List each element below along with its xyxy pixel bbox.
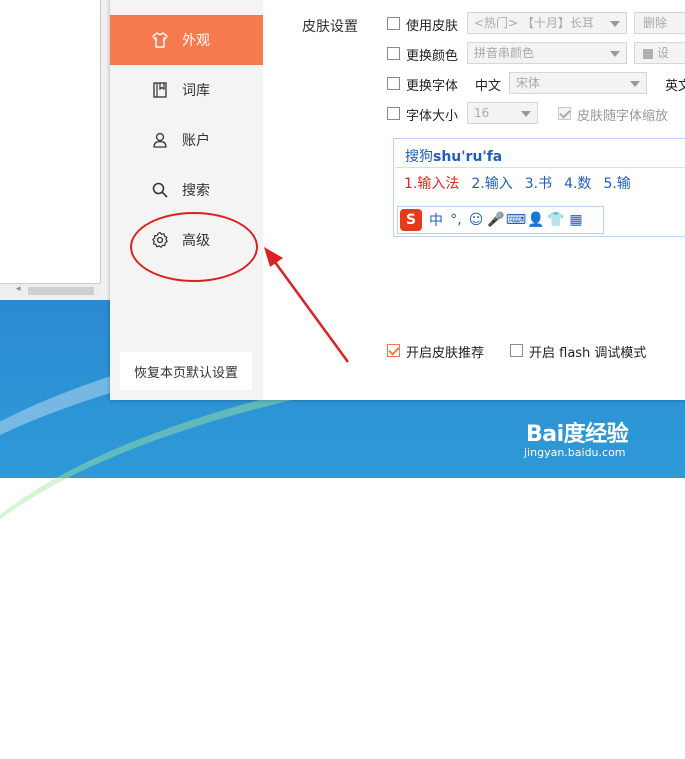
emoji-icon: ☺ [468,212,484,228]
watermark-logo: Bai度经验 [526,422,629,447]
search-icon [151,181,169,199]
sidebar-item-dictionary[interactable]: 词库 [110,65,263,115]
flash-debug-label: 开启 flash 调试模式 [529,346,647,361]
sidebar-item-label: 账户 [182,133,210,149]
chevron-down-icon [521,111,531,117]
color-swatch-label: 设 [657,46,670,60]
scale-with-skin-checkbox[interactable] [558,107,571,120]
color-select-value: 拼音串颜色 [474,46,535,60]
chinese-font-label: 中文 [475,79,502,94]
sidebar-item-account[interactable]: 账户 [110,115,263,165]
chinese-font-value: 宋体 [516,76,541,90]
keyboard-icon: ⌨ [505,212,527,228]
restore-defaults-button[interactable]: 恢复本页默认设置 [120,352,252,390]
chinese-font-select[interactable]: 宋体 [509,72,647,94]
sidebar-item-label: 高级 [182,233,210,249]
color-swatch-button[interactable]: 设 [634,42,685,64]
dictionary-icon [151,81,169,99]
sogou-logo-icon: S [400,209,422,231]
font-size-checkbox[interactable] [387,107,400,120]
horizontal-scrollbar[interactable]: ◂ [0,283,100,298]
preview-pinyin: 搜狗shu'ru'fa [405,146,502,166]
use-skin-checkbox[interactable] [387,17,400,30]
skin-preview: 搜狗shu'ru'fa 1.输入法 2.输入 3.书 4.数 5.输 S 中 °, ☺ … [393,138,685,237]
preview-pinyin-prefix: 搜狗 [405,149,433,165]
skin-select[interactable]: <热门> 【十月】长耳 [467,12,627,34]
sidebar-item-appearance[interactable]: 外观 [110,15,263,65]
toolbox-icon: ▦ [569,212,583,228]
scroll-left-icon[interactable]: ◂ [16,284,21,294]
preview-candidate: 1.输入法 [404,176,460,192]
preview-toolbar: S 中 °, ☺ 🎤 ⌨ 👤 👕 ▦ [397,206,604,234]
sidebar: 外观 词库 账户 搜索 高级 恢复本页默认设置 [110,0,263,400]
use-skin-label: 使用皮肤 [406,19,459,34]
english-font-label: 英文 [665,79,685,94]
scale-with-skin-label: 皮肤随字体缩放 [577,109,669,124]
color-swatch-icon [643,48,653,59]
preview-pinyin-text: shu'ru'fa [433,149,503,165]
chevron-down-icon [630,81,640,87]
settings-window: 外观 词库 账户 搜索 高级 恢复本页默认设置 皮肤设置 使用皮肤 <热门> 【… [110,0,685,400]
punctuation-icon: °, [450,212,462,228]
skin-select-value: <热门> 【十月】长耳 [474,16,594,30]
flash-debug-checkbox[interactable] [510,344,523,357]
change-font-label: 更换字体 [406,79,459,94]
color-select[interactable]: 拼音串颜色 [467,42,627,64]
font-size-label: 字体大小 [406,109,459,124]
preview-candidate: 5.输 [603,176,631,192]
section-title: 皮肤设置 [302,19,358,35]
change-font-checkbox[interactable] [387,77,400,90]
preview-candidate: 3.书 [524,176,553,192]
sidebar-item-search[interactable]: 搜索 [110,165,263,215]
background-window-pane [0,0,101,283]
sidebar-item-label: 外观 [182,33,210,49]
shirt-icon [151,31,169,49]
delete-button[interactable]: 删除 [634,12,685,34]
skin-recommend-checkbox[interactable] [387,344,400,357]
skin-settings-panel: 皮肤设置 使用皮肤 <热门> 【十月】长耳 删除 更换颜色 拼音串颜色 设 更换… [263,0,685,400]
chinese-mode-icon: 中 [429,213,443,229]
background-window: ◂ [0,0,111,300]
microphone-icon: 🎤 [487,212,505,228]
font-size-value: 16 [474,106,490,120]
preview-pinyin-row: 搜狗shu'ru'fa [395,140,685,168]
preview-candidates: 1.输入法 2.输入 3.书 4.数 5.输 [404,173,643,193]
sidebar-item-label: 词库 [182,83,210,99]
preview-candidate: 2.输入 [471,176,513,192]
watermark-url: jingyan.baidu.com [524,446,626,459]
baidu-watermark: Bai度经验 jingyan.baidu.com [520,398,685,478]
change-color-checkbox[interactable] [387,47,400,60]
font-size-select[interactable]: 16 [467,102,538,124]
sidebar-item-advanced[interactable]: 高级 [110,215,263,265]
user-icon [151,131,169,149]
preview-candidate: 4.数 [564,176,592,192]
chevron-down-icon [610,21,620,27]
gear-icon [151,231,169,249]
skin-shirt-icon: 👕 [547,212,565,228]
sidebar-item-label: 搜索 [182,183,210,199]
user-icon: 👤 [527,212,545,228]
scrollbar-thumb[interactable] [28,287,94,295]
chevron-down-icon [610,51,620,57]
change-color-label: 更换颜色 [406,49,459,64]
skin-recommend-label: 开启皮肤推荐 [406,346,485,361]
